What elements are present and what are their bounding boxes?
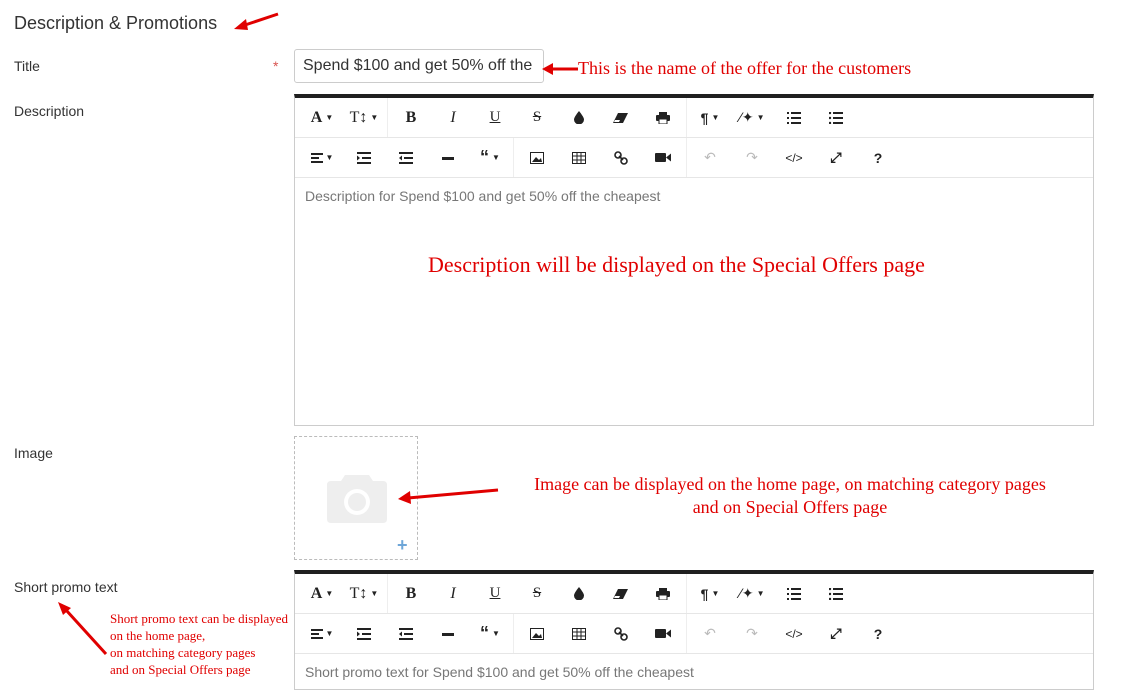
promo-table-icon[interactable] xyxy=(558,619,600,649)
promo-strikethrough-button[interactable]: S xyxy=(516,579,558,609)
promo-unordered-list-icon[interactable] xyxy=(815,579,857,609)
promo-annotation-line-3: on matching category pages xyxy=(110,645,256,660)
promo-paragraph-button[interactable]: ¶ ▼ xyxy=(689,579,731,609)
promo-indent-icon[interactable] xyxy=(343,619,385,649)
unordered-list-icon[interactable] xyxy=(815,103,857,133)
short-promo-content[interactable]: Short promo text for Spend $100 and get … xyxy=(295,654,1093,690)
indent-icon[interactable] xyxy=(343,143,385,173)
add-image-icon[interactable]: + xyxy=(397,535,408,556)
description-label: Description xyxy=(14,103,85,119)
undo-icon[interactable]: ↶ xyxy=(689,143,731,173)
section-arrow-annotation xyxy=(234,12,279,30)
strikethrough-button[interactable]: S xyxy=(516,103,558,133)
promo-annotation-line-2: on the home page, xyxy=(110,628,206,643)
outdent-icon[interactable] xyxy=(385,143,427,173)
hr-icon[interactable] xyxy=(427,143,469,173)
image-annotation-line-2: and on Special Offers page xyxy=(692,497,888,517)
align-icon[interactable]: ▼ xyxy=(301,143,343,173)
promo-ordered-list-icon[interactable] xyxy=(773,579,815,609)
short-promo-editor: A ▼ T↕ ▼ B I U S ¶ ▼ ⁄✦ ▼ ▼ “ ▼ ↶ ↷ </> … xyxy=(294,570,1094,690)
title-input[interactable] xyxy=(294,49,544,83)
promo-annotation-line-4: and on Special Offers page xyxy=(110,662,251,677)
image-icon[interactable] xyxy=(516,143,558,173)
underline-button[interactable]: U xyxy=(474,103,516,133)
ordered-list-icon[interactable] xyxy=(773,103,815,133)
promo-quote-icon[interactable]: “▼ xyxy=(469,619,511,649)
promo-annotation-line-1: Short promo text can be displayed xyxy=(110,611,288,626)
promo-outdent-icon[interactable] xyxy=(385,619,427,649)
short-promo-label: Short promo text xyxy=(14,579,118,595)
title-arrow-annotation xyxy=(542,63,578,75)
paragraph-button[interactable]: ¶ ▼ xyxy=(689,103,731,133)
promo-video-icon[interactable] xyxy=(642,619,684,649)
help-button[interactable]: ? xyxy=(857,143,899,173)
promo-image-icon[interactable] xyxy=(516,619,558,649)
promo-magic-wand-icon[interactable]: ⁄✦ ▼ xyxy=(731,579,773,609)
promo-hr-icon[interactable] xyxy=(427,619,469,649)
print-icon[interactable] xyxy=(642,103,684,133)
image-annotation: Image can be displayed on the home page,… xyxy=(480,473,1100,519)
link-icon[interactable] xyxy=(600,143,642,173)
title-annotation: This is the name of the offer for the cu… xyxy=(578,58,912,78)
font-family-button[interactable]: A ▼ xyxy=(301,103,343,133)
promo-eraser-icon[interactable] xyxy=(600,579,642,609)
promo-italic-button[interactable]: I xyxy=(432,579,474,609)
promo-font-family-button[interactable]: A ▼ xyxy=(301,579,343,609)
camera-icon xyxy=(327,475,387,523)
eraser-icon[interactable] xyxy=(600,103,642,133)
quote-icon[interactable]: “▼ xyxy=(469,143,511,173)
video-icon[interactable] xyxy=(642,143,684,173)
promo-font-size-button[interactable]: T↕ ▼ xyxy=(343,579,385,609)
editor-toolbar-row-2: ▼ “▼ ↶ ↷ </> ⤢ ? xyxy=(295,138,1093,178)
promo-code-view-button[interactable]: </> xyxy=(773,619,815,649)
promo-undo-icon[interactable]: ↶ xyxy=(689,619,731,649)
promo-droplet-icon[interactable] xyxy=(558,579,600,609)
bold-button[interactable]: B xyxy=(390,103,432,133)
italic-button[interactable]: I xyxy=(432,103,474,133)
description-content[interactable]: Description for Spend $100 and get 50% o… xyxy=(295,178,1093,214)
code-view-button[interactable]: </> xyxy=(773,143,815,173)
description-annotation: Description will be displayed on the Spe… xyxy=(428,252,925,277)
font-size-button[interactable]: T↕ ▼ xyxy=(343,103,385,133)
title-label: Title xyxy=(14,58,40,74)
magic-wand-icon[interactable]: ⁄✦ ▼ xyxy=(731,103,773,133)
promo-print-icon[interactable] xyxy=(642,579,684,609)
redo-icon[interactable]: ↷ xyxy=(731,143,773,173)
promo-arrow-annotation xyxy=(58,602,108,656)
promo-bold-button[interactable]: B xyxy=(390,579,432,609)
section-title: Description & Promotions xyxy=(14,13,218,33)
promo-help-button[interactable]: ? xyxy=(857,619,899,649)
image-label: Image xyxy=(14,445,53,461)
promo-toolbar-row-2: ▼ “▼ ↶ ↷ </> ⤢ ? xyxy=(295,614,1093,654)
promo-annotation: Short promo text can be displayed on the… xyxy=(110,610,288,678)
promo-redo-icon[interactable]: ↷ xyxy=(731,619,773,649)
promo-underline-button[interactable]: U xyxy=(474,579,516,609)
droplet-icon[interactable] xyxy=(558,103,600,133)
promo-align-icon[interactable]: ▼ xyxy=(301,619,343,649)
editor-toolbar-row-1: A ▼ T↕ ▼ B I U S ¶ ▼ ⁄✦ ▼ xyxy=(295,98,1093,138)
fullscreen-icon[interactable]: ⤢ xyxy=(815,143,857,173)
table-icon[interactable] xyxy=(558,143,600,173)
promo-fullscreen-icon[interactable]: ⤢ xyxy=(815,619,857,649)
required-marker: * xyxy=(273,58,279,74)
promo-link-icon[interactable] xyxy=(600,619,642,649)
image-annotation-line-1: Image can be displayed on the home page,… xyxy=(534,474,1046,494)
promo-toolbar-row-1: A ▼ T↕ ▼ B I U S ¶ ▼ ⁄✦ ▼ xyxy=(295,574,1093,614)
